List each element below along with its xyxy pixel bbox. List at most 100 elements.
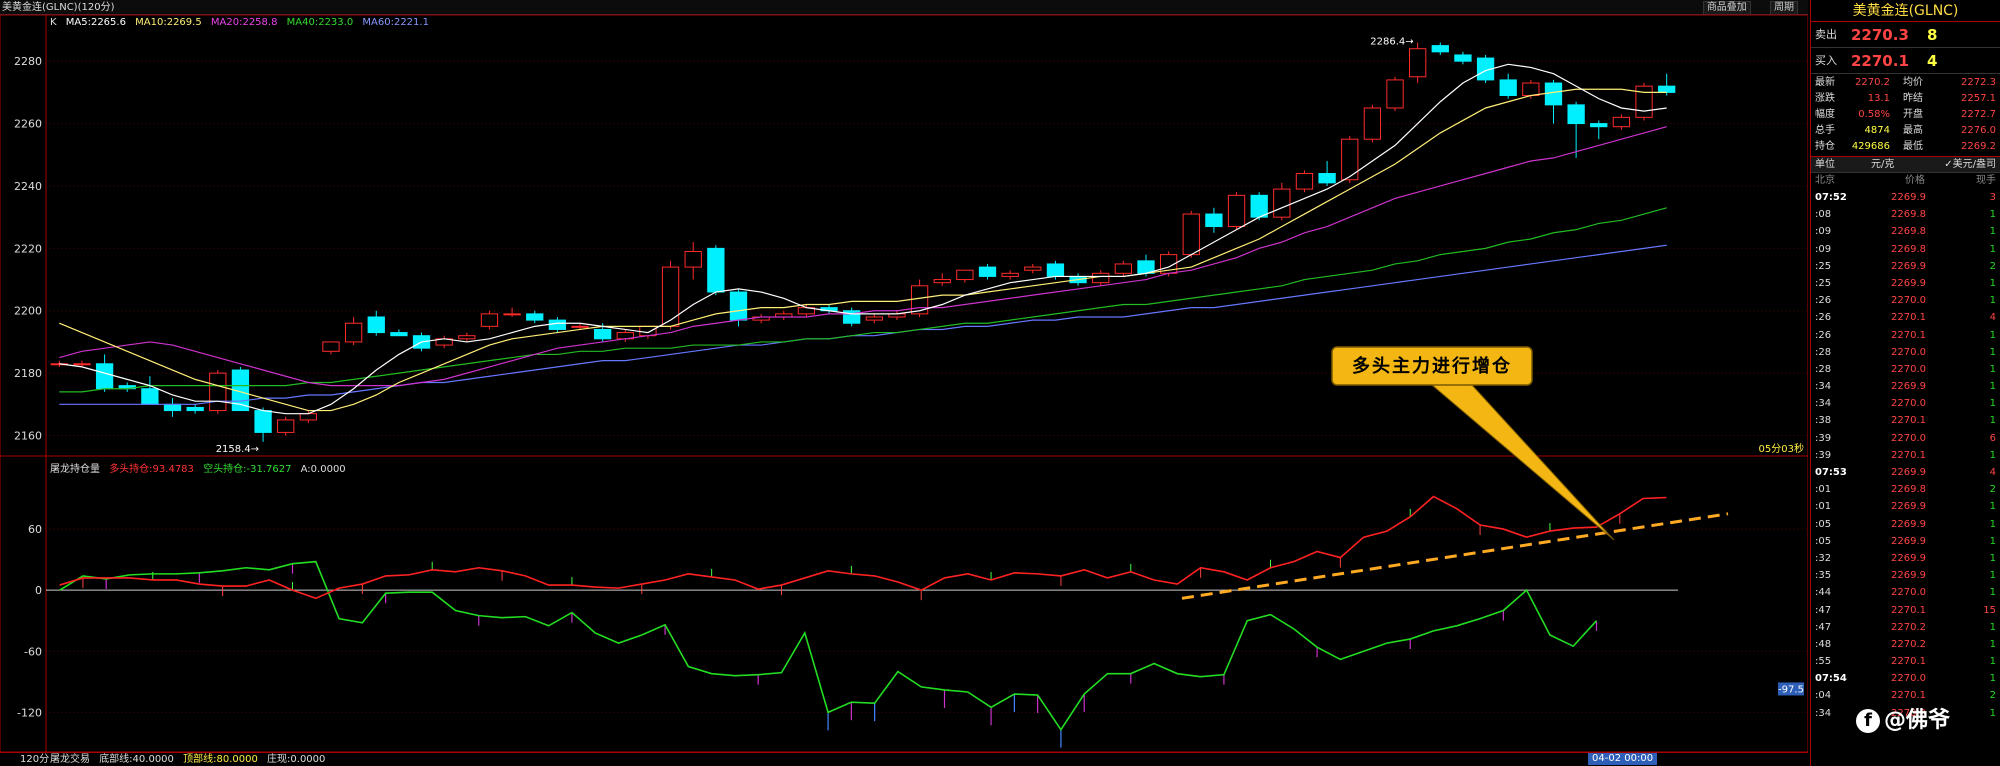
quote-stats: 最新 2270.2 均价 2272.3 涨跌 13.1 昨结 2257.1 幅度 0.58% 开盘 2…	[1811, 74, 2000, 157]
stat-label: 最高	[1903, 125, 1923, 136]
tick-row: :35 2269.9 1	[1811, 567, 2000, 584]
chart-canvas: 2160 2180 2200 2220 2240 2260 2280 2286.4→ 2158.…	[0, 14, 1808, 752]
candle-body	[95, 363, 114, 390]
y-tick-label: 2180	[14, 367, 42, 380]
bottom-bar: 120分 屠龙交易 底部线:40.0000 顶部线:80.0000 庄现:0.0…	[0, 752, 1808, 766]
tick-row: :55 2270.1 1	[1811, 653, 2000, 670]
tick-time: 07:54	[1815, 673, 1847, 685]
tick-time: :34	[1815, 398, 1832, 410]
low-label: 2158.4→	[216, 444, 259, 455]
buy-row: 买入 2270.1 4	[1811, 48, 2000, 74]
high-label: 2286.4→	[1370, 36, 1413, 47]
candle-body	[141, 388, 159, 405]
tick-time: :28	[1815, 346, 1832, 358]
tick-volume: 1	[1989, 501, 1996, 513]
facebook-icon: f	[1856, 709, 1880, 733]
tick-row: :47 2270.1 15	[1811, 602, 2000, 619]
tick-time: :47	[1815, 604, 1832, 616]
tick-price: 2269.9	[1891, 467, 1926, 478]
tick-volume: 2	[1989, 260, 1996, 272]
stat-value: 429686	[1851, 141, 1890, 152]
tick-volume: 6	[1989, 432, 1996, 444]
tick-volume: 1	[1989, 381, 1996, 393]
candle-body	[1024, 266, 1042, 271]
candle-body	[344, 322, 363, 343]
unit-value[interactable]: 元/克	[1871, 157, 1894, 173]
tick-row: :05 2269.9 1	[1811, 516, 2000, 533]
buy-price: 2270.1	[1851, 52, 1909, 70]
tick-time: 07:53	[1815, 467, 1847, 478]
tick-time: :09	[1815, 243, 1832, 255]
tick-time: :39	[1815, 432, 1832, 444]
tick-price: 2270.1	[1891, 415, 1926, 427]
stat-label: 总手	[1815, 125, 1835, 136]
tick-row: :25 2269.9 1	[1811, 275, 2000, 292]
candle-body	[707, 247, 725, 293]
tick-time: :38	[1815, 415, 1832, 427]
candle-body	[1046, 263, 1065, 277]
candle-body	[1205, 213, 1223, 228]
callout-text: 多头主力进行增仓	[1352, 355, 1512, 377]
tick-price: 2269.9	[1891, 535, 1926, 547]
tick-volume: 1	[1989, 621, 1996, 633]
candle-body	[1001, 272, 1019, 277]
tick-price: 2270.0	[1891, 363, 1926, 375]
y-tick-label: 2220	[14, 242, 42, 255]
tick-time: :26	[1815, 329, 1832, 341]
period-label[interactable]: 120分	[20, 753, 49, 766]
tick-time: :48	[1815, 638, 1832, 650]
stat-label: 均价	[1903, 77, 1923, 88]
candle-body	[594, 328, 612, 340]
tick-row: :05 2269.9 1	[1811, 533, 2000, 550]
stat-value: 13.1	[1867, 93, 1890, 104]
tick-price: 2270.1	[1891, 449, 1926, 461]
unit-row: 单位 元/克 ✓美元/盎司	[1811, 157, 2000, 173]
tick-volume: 1	[1989, 398, 1996, 410]
candle-body	[254, 410, 272, 433]
stat-row: 持仓 429686 最低 2269.2	[1811, 139, 2000, 155]
tick-volume: 15	[1983, 604, 1996, 616]
stat-value: 2257.1	[1961, 93, 1996, 104]
y-tick-label: 2160	[14, 430, 42, 443]
tick-volume: 1	[1989, 552, 1996, 564]
tick-volume: 1	[1989, 638, 1996, 650]
tick-price: 2270.0	[1891, 398, 1926, 410]
candle-body	[503, 313, 521, 316]
y-tick-label: 2260	[14, 118, 42, 131]
candle-body	[1567, 104, 1585, 125]
tick-price: 2269.8	[1891, 209, 1926, 221]
sub-y-tick-label: -60	[24, 645, 42, 658]
tick-time: :26	[1815, 295, 1832, 307]
tick-volume: 1	[1989, 277, 1996, 289]
y-tick-label: 2240	[14, 180, 42, 193]
tick-volume: 1	[1989, 535, 1996, 547]
zhuang-label: 庄现:0.0000	[267, 754, 326, 765]
tick-row: 07:53 2269.9 4	[1811, 464, 2000, 481]
stat-row: 总手 4874 最高 2276.0	[1811, 123, 2000, 139]
stat-row: 涨跌 13.1 昨结 2257.1	[1811, 91, 2000, 107]
tick-price: 2269.8	[1891, 484, 1926, 496]
tick-price: 2269.9	[1891, 192, 1926, 203]
candle-body	[1182, 213, 1200, 256]
stat-label: 最新	[1815, 77, 1835, 88]
tick-volume: 1	[1989, 587, 1996, 599]
tick-row: :38 2270.1 1	[1811, 412, 2000, 429]
quote-panel: 美黄金连(GLNC) 卖出 2270.3 8 买入 2270.1 4 最新 227…	[1810, 0, 2000, 766]
candle-body	[1092, 272, 1110, 284]
tick-row: :25 2269.9 2	[1811, 258, 2000, 275]
tick-time: :47	[1815, 621, 1832, 633]
tick-volume: 4	[1989, 312, 1996, 324]
tick-price: 2270.1	[1891, 656, 1926, 668]
candle-body	[1544, 82, 1563, 106]
candle-body	[1250, 194, 1268, 218]
tick-list[interactable]: 07:52 2269.9 3:08 2269.8 1:09 2269.8 1:09 2269.…	[1811, 189, 2000, 722]
tick-time: :05	[1815, 518, 1832, 530]
tick-row: :26 2270.1 1	[1811, 327, 2000, 344]
tick-time: :01	[1815, 501, 1832, 513]
y-tick-label: 2280	[14, 55, 42, 68]
tick-time: :09	[1815, 226, 1832, 238]
currency-toggle[interactable]: ✓美元/盎司	[1944, 157, 1996, 173]
tick-volume: 2	[1989, 484, 1996, 496]
tick-volume: 1	[1989, 673, 1996, 685]
tick-time: :34	[1815, 707, 1832, 719]
